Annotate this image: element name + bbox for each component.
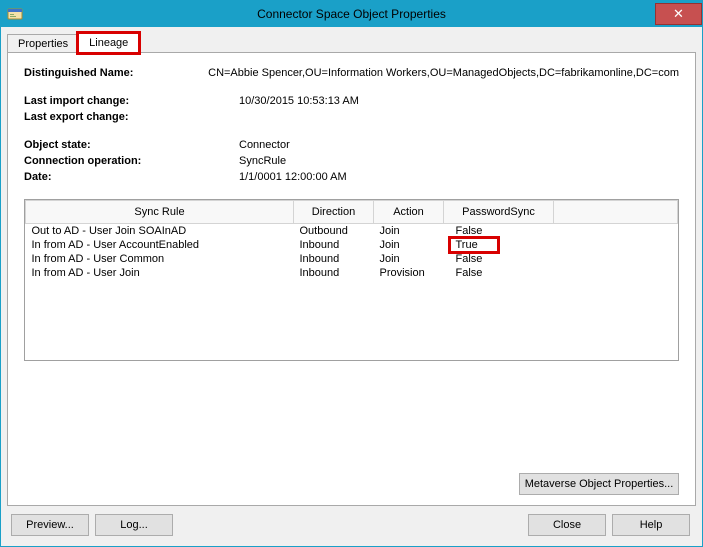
value-date: 1/1/0001 12:00:00 AM (239, 169, 679, 185)
cell-passwordsync: False (444, 252, 554, 266)
cell-passwordsync: False (444, 224, 554, 239)
cell-sync-rule: Out to AD - User Join SOAInAD (26, 224, 294, 239)
label-distinguished-name: Distinguished Name: (24, 65, 208, 81)
cell-direction: Inbound (294, 266, 374, 280)
cell-action: Join (374, 238, 444, 252)
cell-sync-rule: In from AD - User AccountEnabled (26, 238, 294, 252)
tab-properties[interactable]: Properties (7, 34, 79, 54)
cell-action: Provision (374, 266, 444, 280)
col-header-sync-rule[interactable]: Sync Rule (26, 201, 294, 224)
close-button[interactable]: Close (528, 514, 606, 536)
cell-direction: Inbound (294, 238, 374, 252)
value-last-import: 10/30/2015 10:53:13 AM (239, 93, 679, 109)
tab-lineage[interactable]: Lineage (78, 33, 139, 53)
cell-passwordsync: True (444, 238, 554, 252)
col-header-passwordsync[interactable]: PasswordSync (444, 201, 554, 224)
client-area: Properties Lineage Distinguished Name: C… (1, 27, 702, 546)
window-title: Connector Space Object Properties (1, 7, 702, 21)
value-distinguished-name: CN=Abbie Spencer,OU=Information Workers,… (208, 65, 679, 81)
tab-strip: Properties Lineage (7, 31, 696, 53)
value-object-state: Connector (239, 137, 679, 153)
table-row[interactable]: Out to AD - User Join SOAInADOutboundJoi… (26, 224, 678, 239)
label-object-state: Object state: (24, 137, 239, 153)
log-button[interactable]: Log... (95, 514, 173, 536)
close-icon: ✕ (673, 6, 684, 22)
col-header-filler (554, 201, 678, 224)
cell-action: Join (374, 252, 444, 266)
label-last-import: Last import change: (24, 93, 239, 109)
label-last-export: Last export change: (24, 109, 239, 125)
cell-sync-rule: In from AD - User Join (26, 266, 294, 280)
col-header-direction[interactable]: Direction (294, 201, 374, 224)
cell-direction: Inbound (294, 252, 374, 266)
metaverse-object-properties-button[interactable]: Metaverse Object Properties... (519, 473, 679, 495)
panel-buttons: Metaverse Object Properties... (24, 465, 679, 495)
preview-button[interactable]: Preview... (11, 514, 89, 536)
cell-direction: Outbound (294, 224, 374, 239)
label-date: Date: (24, 169, 239, 185)
value-last-export (239, 109, 679, 125)
window-close-button[interactable]: ✕ (655, 3, 702, 25)
dialog-window: Connector Space Object Properties ✕ Prop… (0, 0, 703, 547)
table-row[interactable]: In from AD - User CommonInboundJoinFalse (26, 252, 678, 266)
value-connection-operation: SyncRule (239, 153, 679, 169)
label-connection-operation: Connection operation: (24, 153, 239, 169)
info-section: Distinguished Name: CN=Abbie Spencer,OU=… (24, 65, 679, 185)
cell-sync-rule: In from AD - User Common (26, 252, 294, 266)
table-row[interactable]: In from AD - User AccountEnabledInboundJ… (26, 238, 678, 252)
table-row[interactable]: In from AD - User JoinInboundProvisionFa… (26, 266, 678, 280)
cell-action: Join (374, 224, 444, 239)
app-icon (7, 6, 23, 22)
cell-passwordsync: False (444, 266, 554, 280)
dialog-footer: Preview... Log... Close Help (7, 506, 696, 540)
sync-rules-table: Sync Rule Direction Action PasswordSync … (25, 200, 678, 280)
sync-rules-list[interactable]: Sync Rule Direction Action PasswordSync … (24, 199, 679, 361)
tab-panel-lineage: Distinguished Name: CN=Abbie Spencer,OU=… (7, 52, 696, 506)
titlebar[interactable]: Connector Space Object Properties ✕ (1, 1, 702, 27)
help-button[interactable]: Help (612, 514, 690, 536)
col-header-action[interactable]: Action (374, 201, 444, 224)
